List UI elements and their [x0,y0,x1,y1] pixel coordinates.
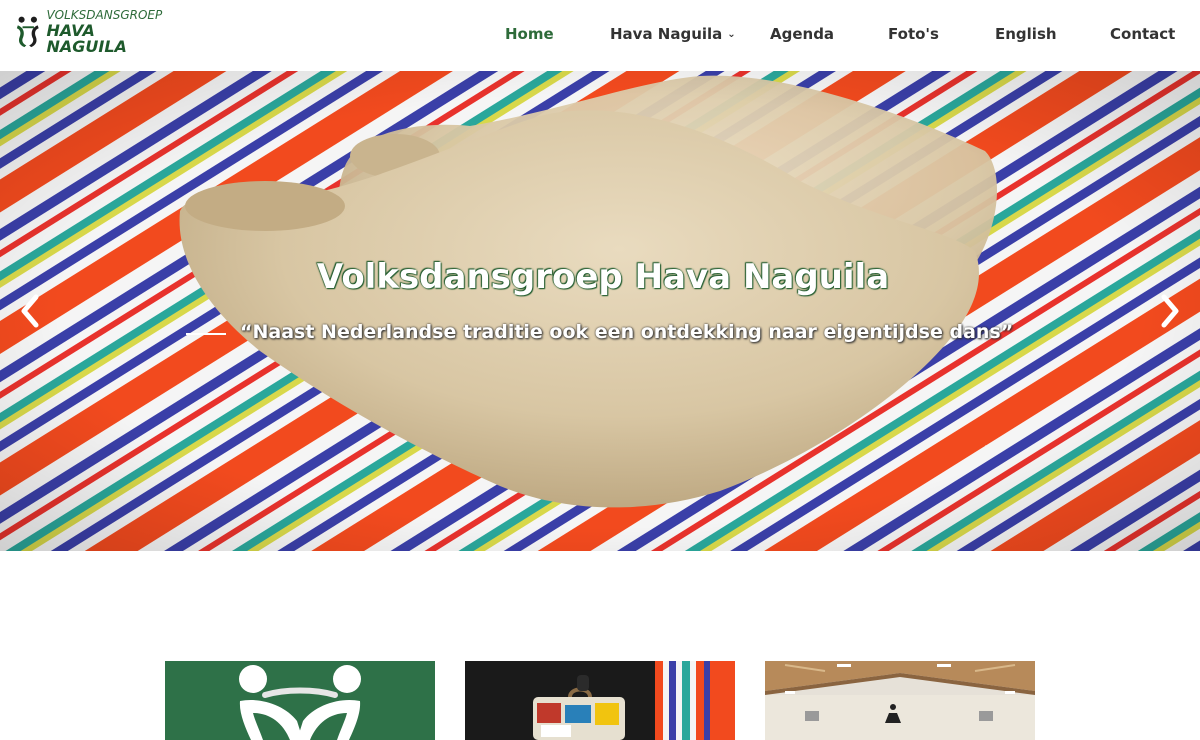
feature-card-suitcase[interactable] [465,661,735,740]
chevron-left-icon[interactable] [16,293,44,329]
chevron-right-icon[interactable] [1156,293,1184,329]
hero-image [0,71,1200,551]
hero-title: Volksdansgroep Hava Naguila [316,257,890,297]
nav-item-english[interactable]: English [995,25,1057,43]
suitcase-photo-image [465,661,735,740]
feature-card-hall[interactable] [765,661,1035,740]
dancers-emblem-image [239,665,361,740]
chevron-down-icon: ⌄ [727,29,736,40]
hero-subtitle-dash [186,333,226,335]
nav-item-contact[interactable]: Contact [1110,25,1175,43]
logo-line-2: HAVA NAGUILA [46,21,127,56]
nav-item-fotos[interactable]: Foto's [888,25,939,43]
nav-item-agenda[interactable]: Agenda [770,25,834,43]
nav-item-hava-naguila-label: Hava Naguila [610,25,723,43]
site-logo[interactable]: VOLKSDANSGROEP HAVA NAGUILA [14,8,174,56]
nav-item-home[interactable]: Home [505,25,554,43]
feature-card-logo[interactable] [165,661,435,740]
dancers-logo-icon [16,16,39,48]
logo-line-1: VOLKSDANSGROEP [46,8,163,22]
site-header: VOLKSDANSGROEP HAVA NAGUILA Home Hava Na… [0,0,1200,71]
hero-slider: Volksdansgroep Hava Naguila “Naast Neder… [0,71,1200,551]
nav-item-hava-naguila[interactable]: Hava Naguila ⌄ [610,25,736,43]
hero-subtitle: “Naast Nederlandse traditie ook een ontd… [240,321,1014,343]
dance-hall-photo-image [765,661,1035,740]
